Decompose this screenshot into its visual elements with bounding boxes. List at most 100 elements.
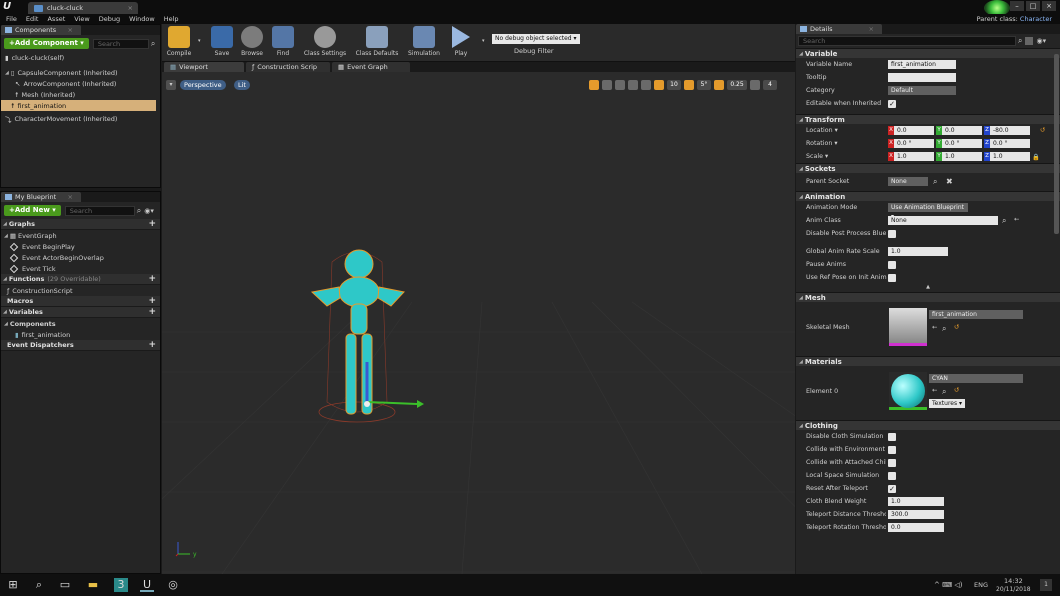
rotation-y-input[interactable]: 0.0 ° — [942, 139, 982, 148]
gizmo-origin[interactable] — [364, 401, 370, 407]
clothing-checkbox[interactable] — [888, 433, 896, 441]
collapse-icon[interactable]: ◢ — [799, 295, 803, 301]
add-component-button[interactable]: +Add Component ▾ — [4, 38, 89, 49]
functions-category[interactable]: ◢ Functions (29 Overridable) + — [1, 274, 160, 285]
menu-edit[interactable]: Edit — [26, 15, 39, 23]
rotation-label[interactable]: Rotation ▾ — [806, 140, 838, 147]
file-explorer-icon[interactable]: ▬ — [86, 578, 100, 592]
event-item[interactable]: Event ActorBeginOverlap — [1, 252, 160, 263]
cloth-blend-input[interactable]: 1.0 — [888, 497, 944, 506]
add-new-button[interactable]: +Add New ▾ — [4, 205, 61, 216]
skeletal-mesh-select[interactable]: first_animation — [929, 310, 1023, 319]
tab-event-graph[interactable]: ▦ Event Graph — [332, 62, 410, 72]
variable-section[interactable]: ◢ Variable — [796, 48, 1060, 58]
play-options-icon[interactable]: ▾ — [482, 38, 485, 44]
character-mesh[interactable] — [292, 242, 442, 442]
location-z-input[interactable]: -80.0 — [990, 126, 1030, 135]
tab-construction-script[interactable]: ƒ Construction Scrip — [246, 62, 330, 72]
tree-item-first-animation[interactable]: ☨ first_animation — [1, 100, 156, 111]
add-variable-icon[interactable]: + — [148, 307, 156, 317]
material-select[interactable]: CYAN — [929, 374, 1023, 383]
construction-script-item[interactable]: ƒ ConstructionScript — [1, 285, 160, 296]
viewport-options-button[interactable]: ▾ — [166, 80, 176, 90]
search-icon[interactable]: ⌕ — [942, 324, 946, 334]
rotation-snap-icon[interactable] — [684, 80, 694, 90]
world-local-icon[interactable] — [628, 80, 638, 90]
search-icon[interactable]: ⌕ — [32, 578, 46, 592]
collapse-icon[interactable]: ◢ — [3, 221, 7, 227]
reset-icon[interactable]: ↺ — [954, 324, 959, 331]
close-icon[interactable]: × — [1042, 1, 1056, 11]
scale-label[interactable]: Scale ▾ — [806, 153, 828, 160]
category-select[interactable]: Default — [888, 86, 956, 95]
location-label[interactable]: Location ▾ — [806, 127, 838, 134]
advanced-collapse-icon[interactable]: ▲ — [796, 284, 1060, 292]
collapse-icon[interactable]: ◢ — [799, 166, 803, 172]
event-graph-item[interactable]: ◢ ▦ EventGraph — [1, 230, 160, 241]
menu-debug[interactable]: Debug — [99, 15, 120, 23]
material-thumbnail[interactable] — [889, 372, 927, 410]
search-icon[interactable]: ⌕ — [151, 39, 155, 49]
system-tray-icons[interactable]: ^ ⌨ ◁) — [934, 581, 963, 589]
event-item[interactable]: Event BeginPlay — [1, 241, 160, 252]
camera-speed-icon[interactable] — [750, 80, 760, 90]
add-graph-icon[interactable]: + — [148, 219, 156, 229]
collapse-icon[interactable]: ◢ — [799, 51, 803, 57]
close-panel-icon[interactable]: × — [68, 26, 73, 34]
view-options-icon[interactable]: ◉▾ — [144, 207, 154, 215]
details-tab[interactable]: Details × — [796, 24, 882, 34]
find-button[interactable]: Find — [270, 26, 296, 60]
surface-snap-icon[interactable] — [641, 80, 651, 90]
language-indicator[interactable]: ENG — [974, 581, 988, 589]
menu-view[interactable]: View — [74, 15, 89, 23]
compile-options-icon[interactable]: ▾ — [198, 38, 201, 44]
minimize-icon[interactable]: – — [1010, 1, 1024, 11]
collapse-icon[interactable]: ◢ — [3, 276, 7, 282]
add-dispatcher-icon[interactable]: + — [148, 340, 156, 350]
search-icon[interactable]: ⌕ — [137, 206, 141, 216]
scale-y-input[interactable]: 1.0 — [942, 152, 982, 161]
scale-z-input[interactable]: 1.0 — [990, 152, 1030, 161]
grid-snap-icon[interactable] — [654, 80, 664, 90]
gizmo-y-axis[interactable] — [366, 401, 418, 405]
variables-category[interactable]: ◢ Variables + — [1, 307, 160, 318]
add-function-icon[interactable]: + — [148, 274, 156, 284]
simulation-button[interactable]: Simulation — [406, 26, 442, 60]
rotate-mode-icon[interactable] — [602, 80, 612, 90]
collapse-icon[interactable]: ◢ — [799, 359, 803, 365]
clothing-checkbox[interactable] — [888, 446, 896, 454]
epic-launcher-icon[interactable]: 3 — [114, 578, 128, 592]
tree-item-movement[interactable]: ⤵ CharacterMovement (Inherited) — [1, 113, 160, 124]
rotation-z-input[interactable]: 0.0 ° — [990, 139, 1030, 148]
viewport[interactable]: ▾ Perspective Lit 10 5° 0.25 4 y — [162, 72, 795, 574]
debug-object-select[interactable]: No debug object selected ▾ — [492, 34, 580, 44]
parent-class-value[interactable]: Character — [1020, 15, 1052, 23]
clothing-checkbox[interactable]: ✓ — [888, 485, 896, 493]
close-panel-icon[interactable]: × — [68, 193, 73, 201]
component-variable-item[interactable]: ▮ first_animation — [1, 329, 160, 340]
my-blueprint-tab[interactable]: My Blueprint × — [1, 192, 81, 202]
menu-file[interactable]: File — [6, 15, 17, 23]
pause-anims-checkbox[interactable] — [888, 261, 896, 269]
maximize-icon[interactable]: □ — [1026, 1, 1040, 11]
search-icon[interactable]: ⌕ — [933, 177, 937, 187]
teleport-rotation-input[interactable]: 0.0 — [888, 523, 944, 532]
tab-viewport[interactable]: ▦ Viewport — [164, 62, 244, 72]
property-matrix-icon[interactable] — [1025, 37, 1034, 45]
search-icon[interactable]: ⌕ — [1002, 216, 1006, 226]
menu-window[interactable]: Window — [129, 15, 155, 23]
gizmo-y-arrow[interactable] — [417, 400, 424, 408]
clothing-checkbox[interactable] — [888, 472, 896, 480]
collapse-icon[interactable]: ◢ — [3, 309, 7, 315]
chrome-icon[interactable]: ◎ — [166, 578, 180, 592]
reset-icon[interactable]: ↺ — [954, 387, 959, 394]
browse-button[interactable]: Browse — [238, 26, 266, 60]
grid-size-value[interactable]: 10 — [667, 80, 681, 90]
sockets-section[interactable]: ◢ Sockets — [796, 163, 1060, 173]
menu-asset[interactable]: Asset — [47, 15, 65, 23]
scale-x-input[interactable]: 1.0 — [894, 152, 934, 161]
editable-checkbox[interactable]: ✓ — [888, 100, 896, 108]
perspective-button[interactable]: Perspective — [180, 80, 226, 90]
collapse-icon[interactable]: ◢ — [4, 233, 8, 239]
view-options-icon[interactable]: ◉▾ — [1036, 37, 1046, 45]
